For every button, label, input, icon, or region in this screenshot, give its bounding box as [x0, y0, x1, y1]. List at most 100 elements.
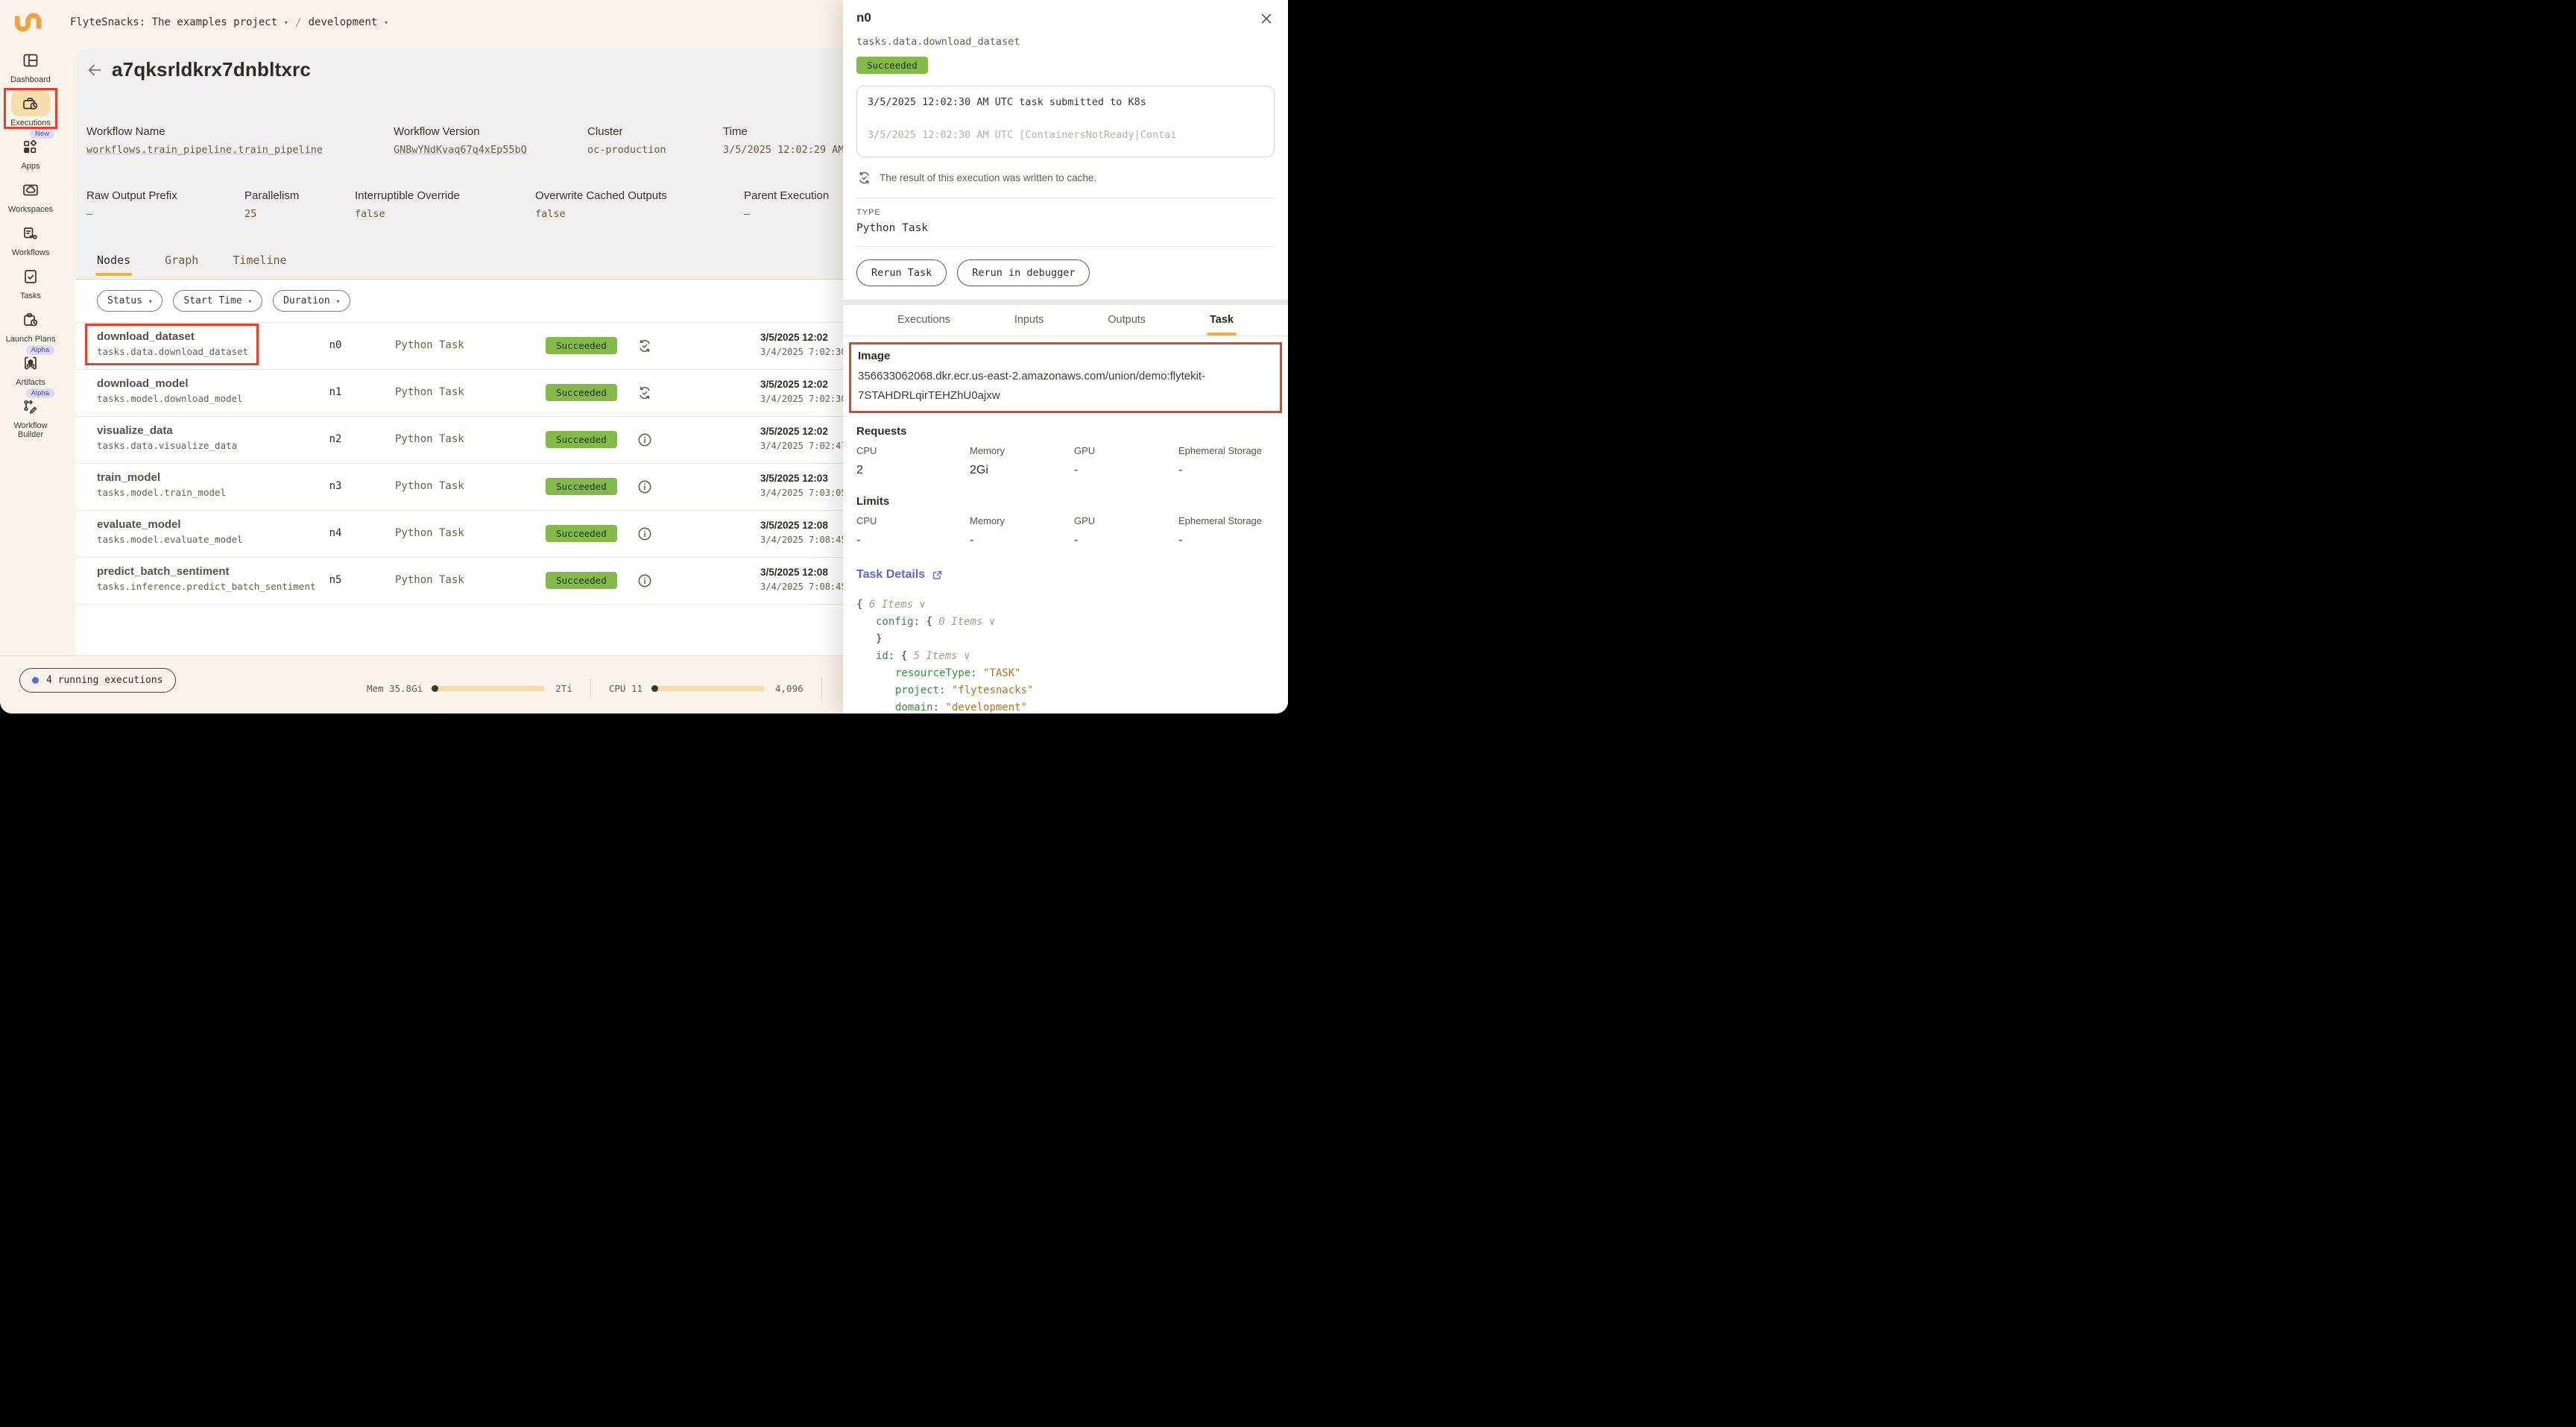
node-type: Python Task — [395, 574, 464, 586]
json-line: project: "flytesnacks" — [856, 682, 1275, 699]
node-type: Python Task — [395, 480, 464, 492]
artifacts-icon — [22, 354, 40, 372]
json-brace: { — [856, 599, 869, 611]
node-task-id: tasks.inference.predict_batch_sentiment — [97, 581, 316, 592]
json-collapse-toggle[interactable]: 5 Items ∨ — [914, 650, 970, 662]
filter-duration[interactable]: Duration▾ — [273, 290, 350, 312]
sidebar-item-workspaces[interactable]: Workspaces — [0, 177, 61, 214]
panel-tab-outputs[interactable]: Outputs — [1108, 314, 1146, 336]
meta-label: Overwrite Cached Outputs — [535, 189, 744, 202]
json-brace: } — [876, 633, 882, 645]
tab-graph[interactable]: Graph — [165, 253, 198, 276]
sidebar-iconwrap — [11, 307, 50, 333]
cache-icon[interactable] — [637, 385, 653, 401]
resource-value: - — [856, 534, 970, 547]
meta-value: false — [535, 208, 744, 220]
meta-value: 25 — [244, 208, 355, 220]
cache-note-text: The result of this execution was written… — [880, 172, 1096, 183]
close-icon[interactable] — [1258, 10, 1275, 27]
meta-raw-output-prefix: Raw Output Prefix– — [86, 189, 244, 220]
panel-tab-inputs[interactable]: Inputs — [1014, 314, 1044, 336]
breadcrumb-project[interactable]: FlyteSnacks: The examples project — [70, 16, 277, 28]
panel-tabs: Executions Inputs Outputs Task — [843, 305, 1288, 336]
union-logo-icon — [12, 7, 43, 37]
sidebar-badge: Alpha — [26, 388, 54, 398]
node-start-time: 3/4/2025 7:02:47 — [760, 441, 847, 451]
json-line: { 6 Items ∨ — [856, 596, 1275, 614]
limits-grid: CPUMemoryGPUEphemeral Storage---- — [856, 515, 1275, 547]
workflow-builder-icon — [22, 397, 40, 415]
json-colon: : — [888, 650, 901, 662]
filter-status[interactable]: Status▾ — [97, 290, 162, 312]
json-line: config: { 0 Items ∨ — [856, 614, 1275, 631]
json-colon: : — [914, 616, 926, 628]
json-key: domain — [895, 702, 933, 714]
meta-label: Workflow Version — [394, 125, 587, 138]
node-task-id: tasks.model.download_model — [97, 393, 243, 404]
json-line: domain: "development" — [856, 699, 1275, 714]
task-details-link[interactable]: Task Details — [856, 568, 1275, 582]
section-divider-band — [843, 300, 1288, 305]
execution-tabs: Nodes Graph Timeline — [97, 253, 287, 276]
requests-grid: CPUMemoryGPUEphemeral Storage22Gi-- — [856, 445, 1275, 477]
tab-timeline[interactable]: Timeline — [233, 253, 286, 276]
gauge-divider — [590, 678, 591, 698]
node-id: n1 — [315, 386, 356, 398]
info-icon[interactable] — [637, 526, 653, 542]
rerun-debugger-button[interactable]: Rerun in debugger — [957, 259, 1090, 286]
chevron-down-icon[interactable]: ▾ — [384, 19, 388, 27]
limits-title: Limits — [856, 495, 1275, 508]
meta-value[interactable]: GNBwYNdKvaq67q4xEp55bQ — [394, 144, 587, 156]
rerun-task-button[interactable]: Rerun Task — [856, 259, 947, 286]
sidebar-item-label: Apps — [2, 162, 59, 171]
json-collapse-toggle[interactable]: 0 Items ∨ — [938, 616, 995, 628]
log-output-box[interactable]: 3/5/2025 12:02:30 AM UTC task submitted … — [856, 86, 1275, 157]
breadcrumb-domain[interactable]: development — [309, 16, 378, 28]
cache-note-row: The result of this execution was written… — [856, 170, 1275, 186]
meta-label: Workflow Name — [86, 125, 394, 138]
app-screen: FlyteSnacks: The examples project ▾ / de… — [0, 0, 1288, 714]
meta-parent-execution: Parent Execution– — [744, 189, 829, 220]
mem-gauge-bar — [433, 686, 545, 691]
sidebar-item-workflows[interactable]: Workflows — [0, 221, 61, 257]
apps-icon — [22, 138, 40, 156]
sidebar-item-launch-plans[interactable]: Launch Plans — [0, 307, 61, 344]
filter-start-time[interactable]: Start Time▾ — [173, 290, 262, 312]
resource-label: Ephemeral Storage — [1178, 515, 1275, 526]
panel-task-id: tasks.data.download_dataset — [856, 36, 1275, 48]
status-badge: Succeeded — [546, 525, 617, 542]
panel-tab-executions[interactable]: Executions — [897, 314, 950, 336]
meta-value[interactable]: workflows.train_pipeline.train_pipeline — [86, 144, 394, 156]
sidebar-item-label: Artifacts — [2, 378, 59, 387]
node-task-id: tasks.model.evaluate_model — [97, 534, 243, 545]
chevron-down-icon[interactable]: ▾ — [284, 19, 288, 27]
sidebar-item-workflow-builder[interactable]: AlphaWorkflow Builder — [0, 394, 61, 439]
breadcrumb-separator: / — [295, 16, 302, 29]
info-icon[interactable] — [637, 479, 653, 495]
node-task-id: tasks.data.visualize_data — [97, 440, 237, 451]
json-line: resourceType: "TASK" — [856, 665, 1275, 682]
json-collapse-toggle[interactable]: 6 Items ∨ — [869, 599, 926, 611]
running-dot-icon — [32, 677, 39, 684]
resource-label: Ephemeral Storage — [1178, 445, 1275, 456]
sidebar-item-dashboard[interactable]: Dashboard — [0, 48, 61, 84]
sidebar-item-executions[interactable]: Executions — [0, 91, 61, 127]
json-value: "TASK" — [983, 667, 1021, 679]
meta-parallelism: Parallelism25 — [244, 189, 355, 220]
sidebar-item-artifacts[interactable]: AlphaArtifacts — [0, 350, 61, 387]
sidebar-item-label: Executions — [2, 119, 59, 127]
cpu-gauge-max: 4,096 — [775, 683, 804, 694]
back-arrow-icon[interactable] — [86, 62, 103, 78]
node-name: evaluate_model — [97, 518, 243, 531]
node-times: 3/5/2025 12:023/4/2025 7:02:30 — [760, 379, 847, 404]
sidebar-item-tasks[interactable]: Tasks — [0, 264, 61, 300]
running-executions-button[interactable]: 4 running executions — [19, 668, 176, 693]
sidebar-item-apps[interactable]: NewApps — [0, 134, 61, 171]
sidebar-badge: New — [30, 129, 54, 139]
panel-tab-task[interactable]: Task — [1210, 314, 1234, 336]
info-icon[interactable] — [637, 432, 653, 448]
info-icon[interactable] — [637, 573, 653, 589]
node-task-id: tasks.data.download_dataset — [97, 346, 248, 357]
cache-icon[interactable] — [637, 338, 653, 354]
tab-nodes[interactable]: Nodes — [97, 253, 130, 276]
